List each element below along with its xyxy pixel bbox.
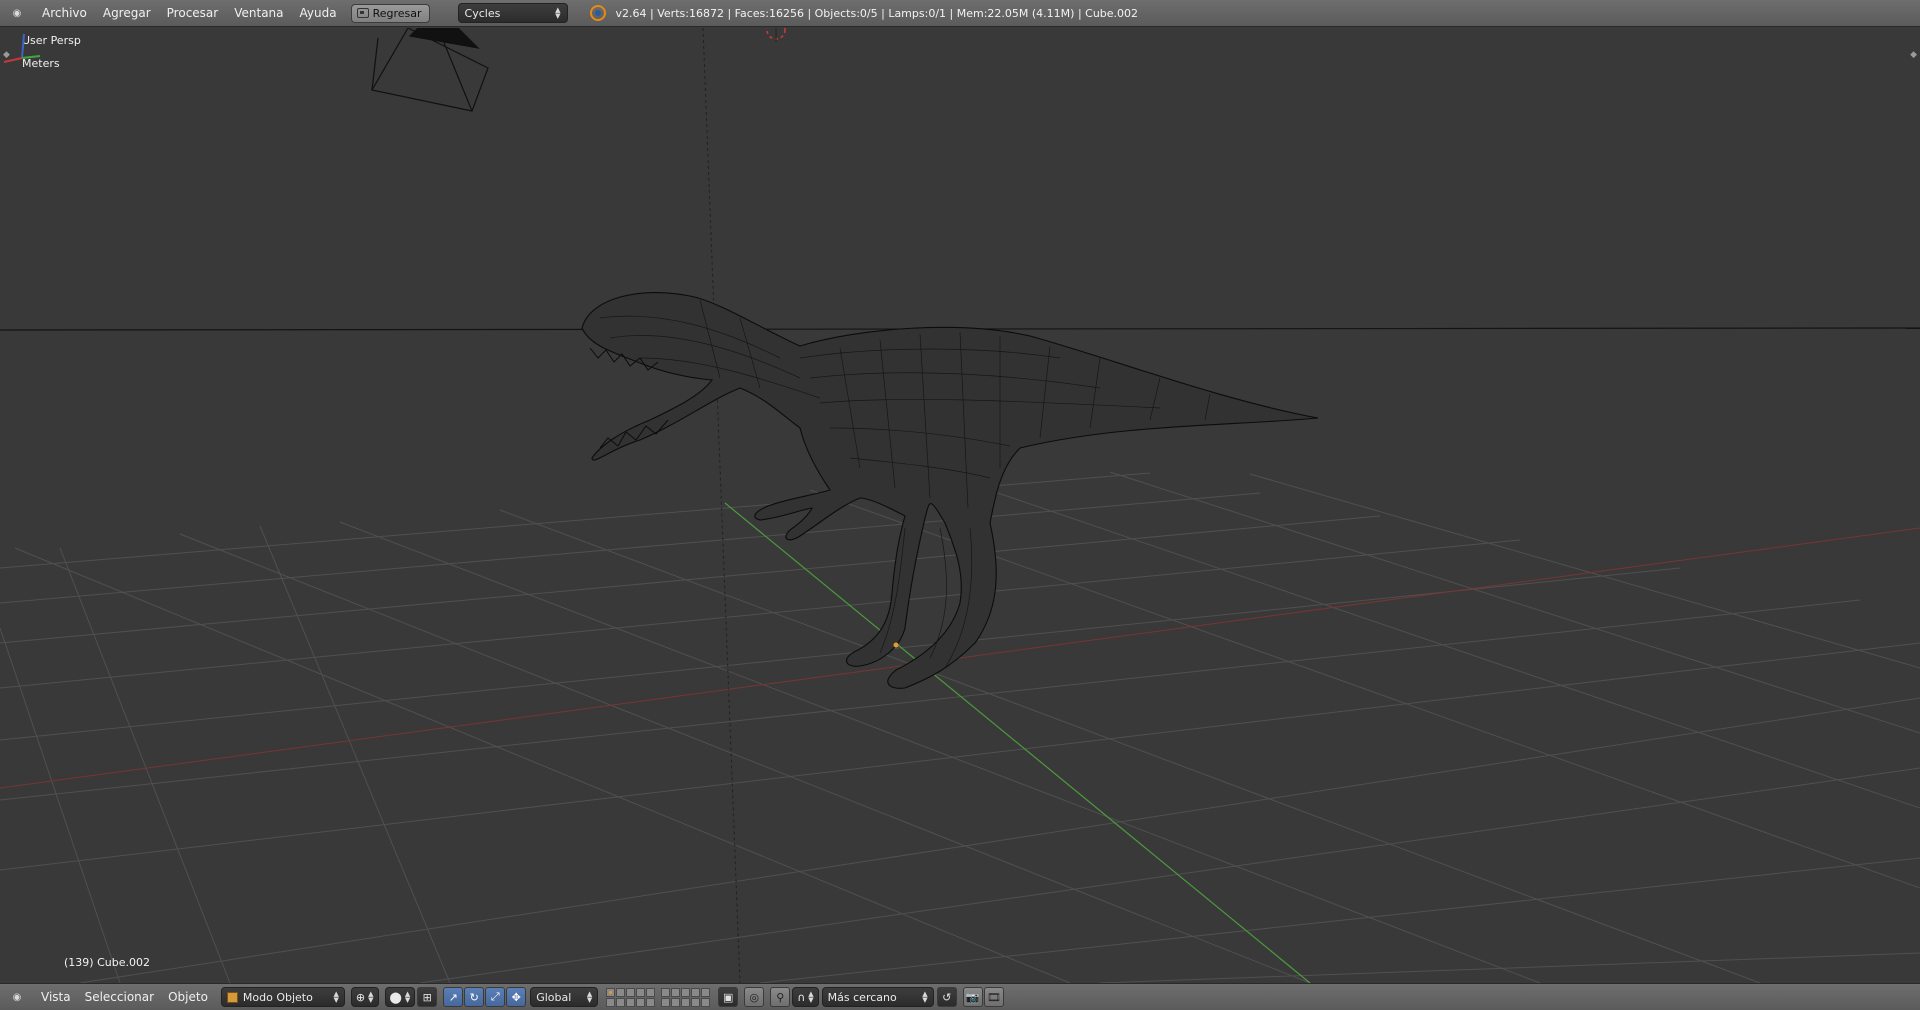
cursor-3d-icon (766, 28, 786, 42)
layer-19[interactable] (691, 997, 701, 1007)
layer-2[interactable] (616, 987, 626, 997)
menu-ayuda[interactable]: Ayuda (292, 0, 345, 27)
menu-agregar[interactable]: Agregar (95, 0, 159, 27)
render-engine-select[interactable]: Cycles ▲ ▼ (457, 3, 568, 23)
layer-group-1 (606, 987, 656, 1007)
layer-6[interactable] (661, 987, 671, 997)
object-origin (893, 642, 899, 648)
snap-target-value: Más cercano (827, 990, 897, 1004)
snap-target-select[interactable]: Más cercano ▲ ▼ (821, 987, 934, 1007)
updown-arrows-icon: ▲ ▼ (333, 990, 339, 1004)
layer-4[interactable] (636, 987, 646, 997)
layer-12[interactable] (616, 997, 626, 1007)
layer-16[interactable] (661, 997, 671, 1007)
active-object-info: (139) Cube.002 (64, 956, 150, 969)
layer-10[interactable] (701, 987, 711, 997)
lock-camera-button[interactable]: ▣ (718, 987, 739, 1007)
layer-group-2 (661, 987, 711, 1007)
updown-arrows-icon: ▲ ▼ (555, 6, 561, 20)
manipulator-toggle-button[interactable]: ⊞ (417, 987, 438, 1007)
layer-18[interactable] (681, 997, 691, 1007)
pivot-icon: ⬤ (389, 990, 402, 1004)
menu-seleccionar[interactable]: Seleccionar (78, 984, 161, 1010)
render-opengl-image-button[interactable]: 📷 (962, 987, 983, 1007)
layer-1[interactable] (606, 987, 616, 997)
layer-buttons (606, 987, 711, 1007)
updown-arrows-icon: ▲ ▼ (586, 990, 593, 1004)
menu-ventana[interactable]: Ventana (226, 0, 291, 27)
magnet-icon: ∩ (797, 990, 806, 1004)
updown-arrows-icon: ▲ ▼ (404, 990, 411, 1004)
3d-viewport[interactable]: User Persp Meters ◆ ◆ (139) Cube.002 (0, 28, 1920, 983)
align-rotation-button[interactable]: ↺ (936, 987, 957, 1007)
wireframe-sphere-icon: ⊕ (355, 990, 366, 1004)
transform-manipulator-button[interactable]: ✥ (506, 987, 527, 1007)
pivot-point-select[interactable]: ⬤ ▲ ▼ (384, 987, 416, 1007)
snap-toggle-button[interactable]: ⚲ (770, 987, 791, 1007)
blender-logo-icon (589, 5, 606, 21)
render-opengl-animation-button[interactable]: 🎞 (983, 987, 1004, 1007)
layer-17[interactable] (671, 997, 681, 1007)
scale-manipulator-button[interactable]: ⤢ (485, 987, 506, 1007)
rotate-manipulator-button[interactable]: ↻ (464, 987, 485, 1007)
translate-manipulator-button[interactable]: ↗ (443, 987, 464, 1007)
info-header: ◉ Archivo Agregar Procesar Ventana Ayuda… (0, 0, 1920, 27)
updown-arrows-icon: ▲ ▼ (922, 990, 928, 1004)
updown-arrows-icon: ▲ ▼ (368, 990, 374, 1004)
dinosaur-wireframe (581, 292, 1319, 689)
transform-orientation-select[interactable]: Global ▲ ▼ (530, 987, 599, 1007)
menu-procesar[interactable]: Procesar (159, 0, 227, 27)
layer-9[interactable] (691, 987, 701, 997)
layer-11[interactable] (606, 997, 616, 1007)
editor-type-icon[interactable]: ◉ (8, 4, 26, 22)
proportional-editing-button[interactable]: ◎ (744, 987, 765, 1007)
view3d-header: ◉ Vista Seleccionar Objeto Modo Objeto ▲… (0, 983, 1920, 1010)
layer-15[interactable] (646, 997, 656, 1007)
snap-element-select[interactable]: ∩ ▲ ▼ (792, 987, 819, 1007)
layer-5[interactable] (646, 987, 656, 997)
camera-icon (371, 28, 489, 112)
object-mode-icon (226, 991, 238, 1003)
back-button[interactable]: Regresar (350, 3, 430, 23)
menu-archivo[interactable]: Archivo (34, 0, 95, 27)
updown-arrows-icon: ▲ ▼ (808, 990, 814, 1004)
transform-orientation-value: Global (536, 990, 572, 1004)
scene-stats: v2.64 | Verts:16872 | Faces:16256 | Obje… (615, 6, 1139, 20)
layer-8[interactable] (681, 987, 691, 997)
layer-3[interactable] (626, 987, 636, 997)
render-engine-value: Cycles (464, 6, 501, 20)
layer-14[interactable] (636, 997, 646, 1007)
layer-20[interactable] (701, 997, 711, 1007)
menu-vista[interactable]: Vista (34, 984, 78, 1010)
layer-13[interactable] (626, 997, 636, 1007)
back-screen-icon (356, 8, 369, 18)
interaction-mode-value: Modo Objeto (242, 990, 313, 1004)
y-axis-line (724, 502, 1311, 983)
viewport-scene (0, 28, 1920, 983)
editor-type-icon[interactable]: ◉ (8, 988, 26, 1006)
axis-gizmo-icon (3, 33, 41, 63)
interaction-mode-select[interactable]: Modo Objeto ▲ ▼ (220, 987, 345, 1007)
top-menu-bar: Archivo Agregar Procesar Ventana Ayuda (34, 0, 345, 27)
properties-toggle-icon[interactable]: ◆ (1910, 50, 1917, 60)
layer-7[interactable] (671, 987, 681, 997)
viewport-shading-select[interactable]: ⊕ ▲ ▼ (350, 987, 379, 1007)
back-button-label: Regresar (372, 6, 422, 20)
menu-objeto[interactable]: Objeto (161, 984, 215, 1010)
